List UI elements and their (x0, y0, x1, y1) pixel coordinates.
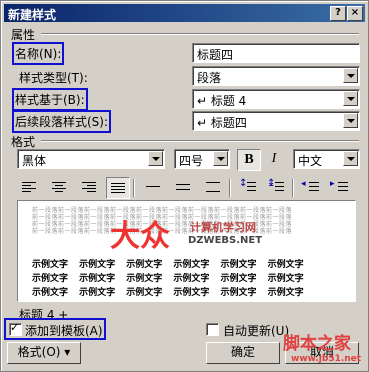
align-center-icon[interactable] (48, 177, 70, 197)
name-input[interactable]: 标题四 (192, 43, 360, 63)
toolbar-divider (133, 179, 135, 197)
preview-sample-line: 示例文字 示例文字 示例文字 示例文字 示例文字 示例文字 (32, 288, 304, 298)
format-menu-button[interactable]: 格式(O) ▾ (7, 342, 81, 364)
decrease-indent-icon[interactable]: ◂ (300, 177, 322, 197)
size-select[interactable]: 四号 (174, 149, 230, 169)
next-style-label: 后续段落样式(S): (11, 110, 112, 133)
next-style-select[interactable]: ↵ 标题四 (192, 111, 360, 131)
auto-update-checkbox[interactable] (206, 323, 219, 336)
space-after-icon[interactable]: ↨ (265, 177, 287, 197)
style-type-value: 段落 (197, 71, 222, 85)
increase-indent-icon[interactable]: ▸ (329, 177, 351, 197)
title-bar: 新建样式 ? × (4, 4, 365, 22)
font-select[interactable]: 黑体 (17, 149, 165, 169)
align-left-icon[interactable] (18, 177, 40, 197)
chevron-down-icon[interactable] (148, 151, 163, 166)
format-divider (41, 140, 359, 142)
single-spacing-icon[interactable] (142, 177, 164, 197)
align-right-icon[interactable] (78, 177, 100, 197)
dialog-title: 新建样式 (8, 8, 57, 22)
language-select[interactable]: 中文 (293, 149, 360, 169)
based-on-select[interactable]: ↵ 标题 4 (192, 89, 360, 109)
checkmark-icon: ✓ (10, 321, 20, 334)
chevron-down-icon[interactable] (343, 151, 358, 166)
preview-sample-line: 示例文字 示例文字 示例文字 示例文字 示例文字 示例文字 (32, 260, 304, 270)
name-value: 标题四 (197, 48, 234, 62)
help-button[interactable]: ? (330, 6, 346, 21)
justify-icon[interactable] (106, 177, 130, 199)
watermark-corner-brand: 脚本之家 (283, 334, 351, 354)
language-value: 中文 (298, 154, 323, 168)
bold-button[interactable]: B (237, 149, 261, 171)
name-label: 名称(N): (11, 42, 65, 65)
toolbar-divider (292, 179, 294, 197)
chevron-down-icon[interactable] (343, 68, 358, 83)
chevron-down-icon[interactable] (343, 91, 358, 106)
add-to-template-checkbox[interactable]: ✓ (9, 321, 22, 336)
next-style-value: ↵ 标题四 (197, 116, 247, 130)
add-to-template-label: 添加到模板(A) (25, 324, 103, 338)
space-before-icon[interactable]: ↕ (237, 177, 259, 197)
size-value: 四号 (179, 154, 204, 168)
double-spacing-icon[interactable] (202, 177, 224, 197)
italic-button[interactable]: I (263, 149, 285, 169)
close-button[interactable]: × (347, 6, 363, 21)
preview-sample-line: 示例文字 示例文字 示例文字 示例文字 示例文字 示例文字 (32, 274, 304, 284)
chevron-down-icon[interactable] (343, 113, 358, 128)
style-type-label: 样式类型(T): (19, 71, 88, 85)
font-value: 黑体 (22, 154, 47, 168)
onehalf-spacing-icon[interactable] (172, 177, 194, 197)
add-to-template-option[interactable]: ✓ 添加到模板(A) (4, 318, 106, 340)
based-on-value: ↵ 标题 4 (197, 94, 247, 108)
properties-group-label: 属性 (11, 28, 36, 42)
style-type-select[interactable]: 段落 (192, 66, 360, 86)
watermark-site-en: DZWEBS.NET (188, 235, 263, 246)
chevron-down-icon[interactable] (213, 151, 228, 166)
new-style-dialog: 新建样式 ? × 属性 名称(N): 标题四 样式类型(T): 段落 样式基于(… (0, 0, 369, 372)
style-preview: 前一段落前一段落前一段落前一段落前一段落前一段落前一段落前一段落前一段落前一段落… (17, 200, 356, 302)
toolbar-divider (229, 179, 231, 197)
auto-update-label: 自动更新(U) (223, 324, 290, 338)
based-on-label: 样式基于(B): (12, 88, 88, 111)
watermark-corner-url: www.jb51.net (291, 354, 362, 364)
properties-divider (41, 33, 359, 35)
ok-button[interactable]: 确定 (206, 342, 280, 364)
watermark-logo: 大众 (110, 219, 170, 254)
watermark-site-cn: 计算机学习网 (190, 221, 256, 234)
format-group-label: 格式 (11, 135, 36, 149)
